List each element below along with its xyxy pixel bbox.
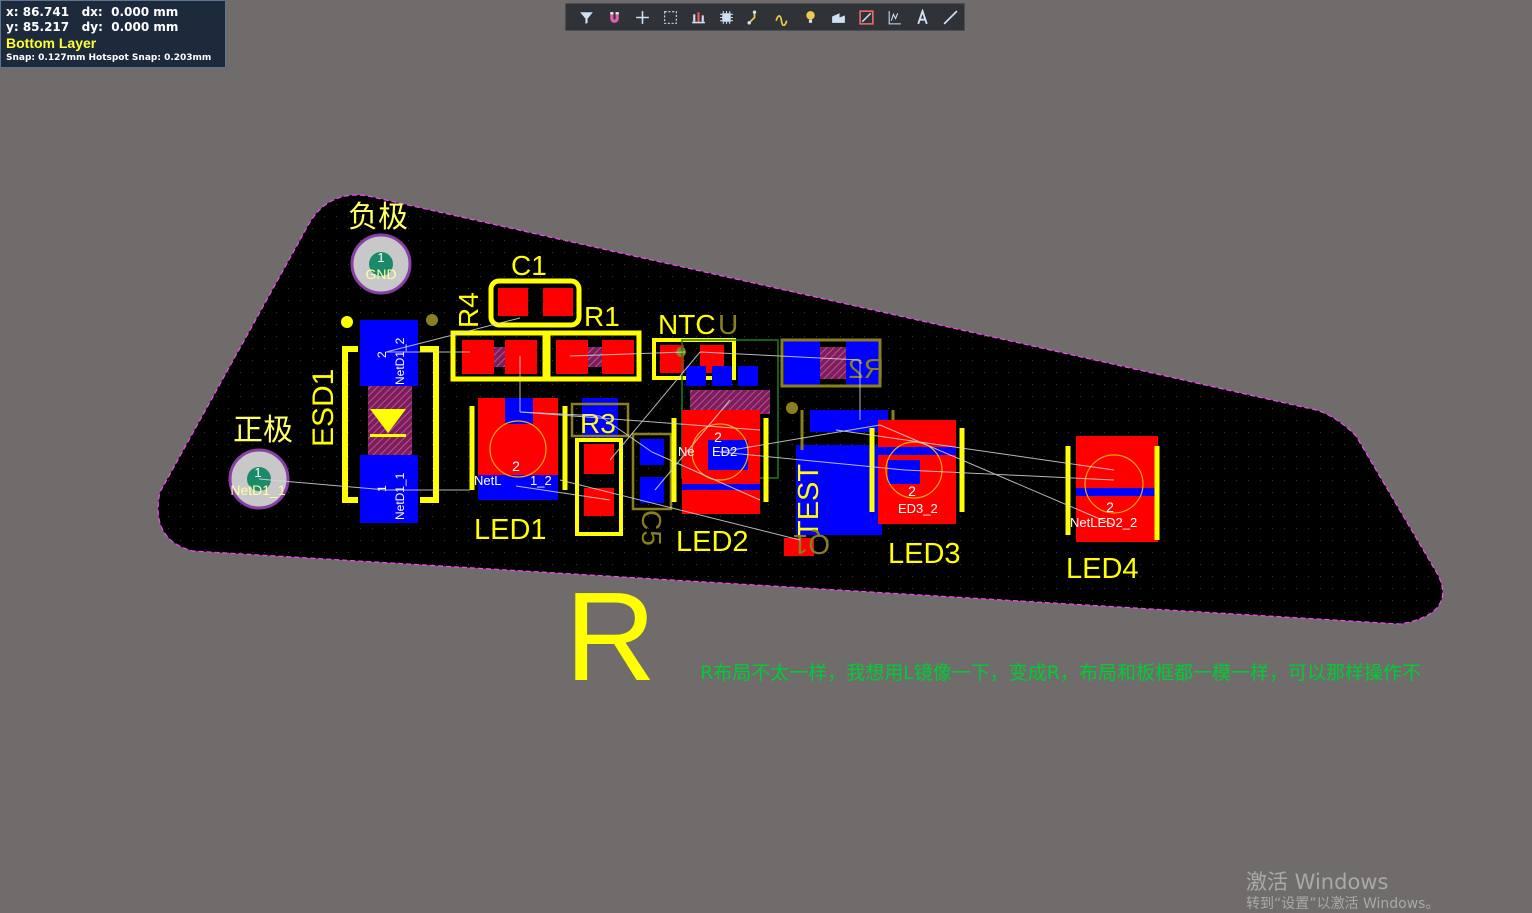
led3-pad-number: 2 [908,483,916,499]
user-note: R布局不太一样，我想用L镜像一下，变成R，布局和板框都一模一样，可以那样操作不 [700,662,1421,684]
led4-designator: LED4 [1066,553,1139,585]
led3-designator: LED3 [888,538,961,570]
r2-designator: R2 [848,353,884,384]
r4-designator: R4 [453,292,484,328]
gnd-pad-net: GND [365,266,396,282]
led3-pad-net: ED3_2 [898,501,938,516]
led1-designator: LED1 [474,514,547,546]
c1-designator: C1 [511,250,547,281]
led1-pad-net: NetL [474,473,501,488]
esd1-pad1-number: 1 [375,485,389,492]
led1-pad-number: 2 [512,458,520,474]
led1-pad-net-suffix: 1_2 [530,473,552,488]
gnd-pad-number: 1 [377,250,384,265]
led2-designator: LED2 [676,526,749,558]
big-r-annotation: R [565,566,656,707]
led4-pad-net: NetLED2_2 [1070,515,1137,530]
pos-pad-net: NetD1_1 [230,482,285,498]
windows-activation-subtitle: 转到“设置”以激活 Windows。 [1246,896,1440,912]
led4-pad-number: 2 [1106,499,1114,515]
led2-pad-net: Ne [678,444,695,459]
ntc-designator: NTC [658,309,716,340]
led2-pad-number: 2 [714,429,722,445]
esd1-designator: ESD1 [307,369,340,447]
test-label: TEST [793,464,825,538]
q1-designator: Q1 [793,529,830,560]
esd1-pad1-net: NetD1_1 [393,472,407,520]
pos-pad-number: 1 [254,465,261,480]
u-designator: U [718,309,738,340]
positive-label: 正极 [233,413,293,448]
r1-designator: R1 [584,301,620,332]
negative-label: 负极 [348,200,408,235]
windows-activation-title: 激活 Windows [1246,870,1389,894]
esd1-pad2-net: NetD1_2 [393,337,407,385]
c5-designator: C5 [636,510,667,546]
pcb-canvas[interactable]: 2 NetD1_2 1 NetD1_1 ESD1 1 GND 负极 1 NetD… [0,0,1532,913]
led2-component[interactable] [671,410,769,514]
